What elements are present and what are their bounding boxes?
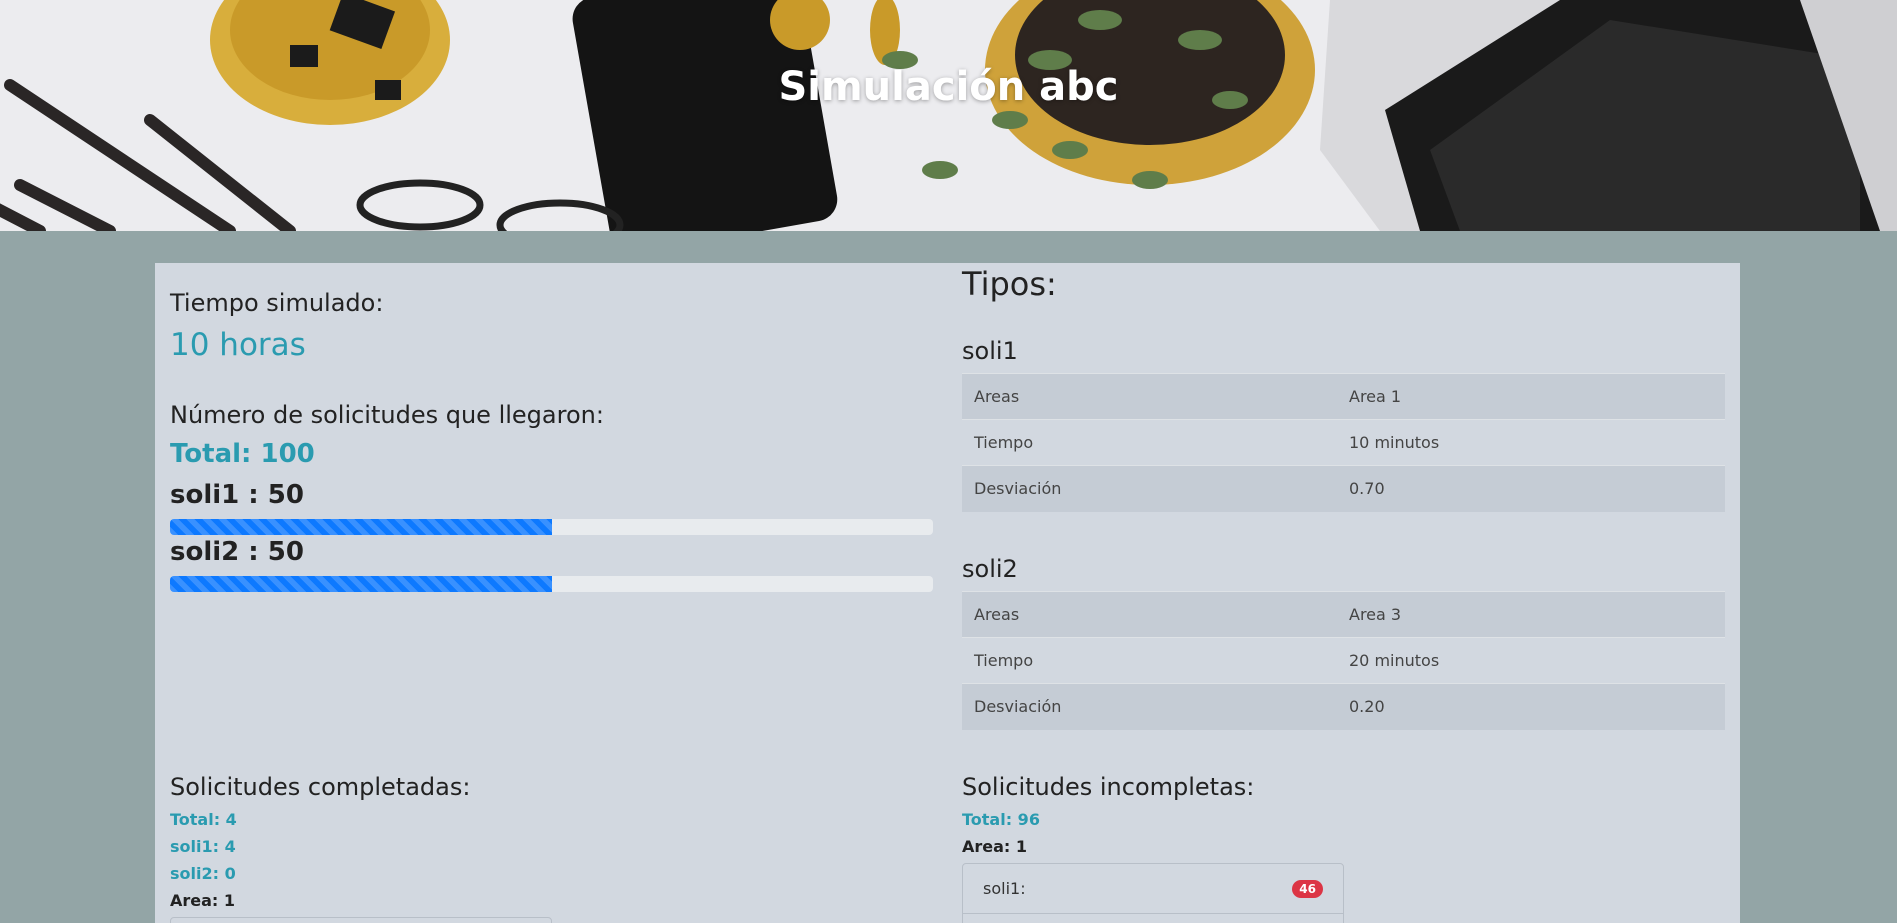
table-value: 20 minutos bbox=[1337, 637, 1725, 684]
simulated-time-label: Tiempo simulado: bbox=[170, 289, 384, 317]
request-type-progress bbox=[170, 519, 933, 535]
completed-soli1: soli1: 4 bbox=[170, 837, 236, 856]
table-key: Desviación bbox=[962, 465, 1337, 512]
request-type-count: soli1 : 50 bbox=[170, 480, 304, 510]
table-row: Desviación 0.20 bbox=[962, 683, 1725, 730]
table-row: Tiempo 20 minutos bbox=[962, 637, 1725, 684]
type-details-table: Areas Area 3 Tiempo 20 minutos Desviació… bbox=[962, 591, 1725, 730]
table-key: Areas bbox=[962, 591, 1337, 638]
count-badge: 46 bbox=[1292, 879, 1323, 898]
requests-total: Total: 100 bbox=[170, 439, 315, 469]
types-title: Tipos: bbox=[962, 265, 1057, 303]
completed-area-list bbox=[170, 917, 552, 923]
desk-background-image bbox=[0, 0, 1897, 231]
completed-total: Total: 4 bbox=[170, 810, 237, 829]
table-value: 0.70 bbox=[1337, 465, 1725, 512]
list-item bbox=[963, 914, 1343, 923]
completed-area: Area: 1 bbox=[170, 891, 236, 910]
table-key: Areas bbox=[962, 373, 1337, 420]
completed-soli2: soli2: 0 bbox=[170, 864, 236, 883]
request-type-progress bbox=[170, 576, 933, 592]
table-value: Area 3 bbox=[1337, 591, 1725, 638]
table-value: 0.20 bbox=[1337, 683, 1725, 730]
table-row: Tiempo 10 minutos bbox=[962, 419, 1725, 466]
table-row: Desviación 0.70 bbox=[962, 465, 1725, 512]
table-key: Tiempo bbox=[962, 419, 1337, 466]
incomplete-area: Area: 1 bbox=[962, 837, 1028, 856]
incomplete-total: Total: 96 bbox=[962, 810, 1040, 829]
results-panel: Tiempo simulado: 10 horas Número de soli… bbox=[155, 263, 1740, 923]
table-row: Areas Area 1 bbox=[962, 373, 1725, 420]
progress-bar-fill bbox=[170, 576, 552, 592]
hero-banner: Simulación abc bbox=[0, 0, 1897, 231]
table-key: Tiempo bbox=[962, 637, 1337, 684]
simulated-time-value: 10 horas bbox=[170, 327, 306, 363]
page-title: Simulación abc bbox=[778, 64, 1119, 110]
request-type-count: soli2 : 50 bbox=[170, 537, 304, 567]
type-details-table: Areas Area 1 Tiempo 10 minutos Desviació… bbox=[962, 373, 1725, 512]
type-name: soli1 bbox=[962, 337, 1018, 365]
completed-requests-title: Solicitudes completadas: bbox=[170, 773, 471, 801]
list-item-label: soli1: bbox=[983, 879, 1026, 898]
table-value: Area 1 bbox=[1337, 373, 1725, 420]
requests-arrived-label: Número de solicitudes que llegaron: bbox=[170, 401, 604, 429]
table-row: Areas Area 3 bbox=[962, 591, 1725, 638]
progress-bar-fill bbox=[170, 519, 552, 535]
list-item: soli1: 46 bbox=[963, 864, 1343, 914]
incomplete-requests-title: Solicitudes incompletas: bbox=[962, 773, 1255, 801]
type-name: soli2 bbox=[962, 555, 1018, 583]
table-value: 10 minutos bbox=[1337, 419, 1725, 466]
incomplete-area-list: soli1: 46 bbox=[962, 863, 1344, 923]
table-key: Desviación bbox=[962, 683, 1337, 730]
